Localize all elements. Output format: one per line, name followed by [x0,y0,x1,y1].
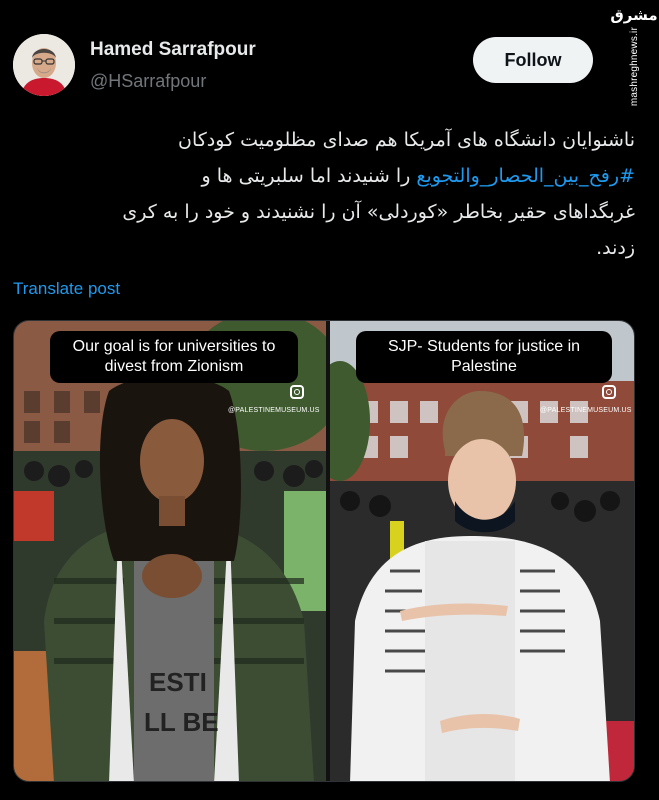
video-panel-right: SJP- Students for justice in Palestine @… [330,321,634,781]
video-panel-left: ESTI LL BE Our goal is for universities … [14,321,326,781]
hashtag-link[interactable]: #رفح_بین_الحصار_والتجویع [416,165,635,187]
watermark-logo: مشرق [610,6,658,24]
tweet-line: #رفح_بین_الحصار_والتجویع را شنیدند اما س… [13,158,636,194]
shirt-text: LL BE [144,707,219,737]
tweet-line: زدند. [596,237,635,259]
follow-button[interactable]: Follow [473,37,593,83]
instagram-icon [290,385,304,399]
avatar[interactable] [13,34,75,96]
right-scene-image [330,321,634,781]
left-scene-image: ESTI LL BE [14,321,326,781]
media-video[interactable]: ESTI LL BE Our goal is for universities … [13,320,635,782]
instagram-handle: @PALESTINEMUSEUM.US [540,407,632,414]
shirt-text: ESTI [149,667,207,697]
tweet-line-rest: را شنیدند اما سلبریتی ها و [201,165,417,187]
instagram-handle: @PALESTINEMUSEUM.US [228,407,320,414]
tweet-line: غربگداهای حقیر بخاطر «کوردلی» آن را نشنی… [122,201,635,223]
post-header: Hamed Sarrafpour @HSarrafpour Follow [13,34,603,104]
left-caption: Our goal is for universities to divest f… [50,331,298,383]
tweet-line: ناشنوایان دانشگاه های آمریکا هم صدای مظل… [177,129,635,151]
watermark-url: mashreghnews.ir [628,27,640,107]
instagram-icon [602,385,616,399]
tweet-text: ناشنوایان دانشگاه های آمریکا هم صدای مظل… [13,122,635,266]
author-handle[interactable]: @HSarrafpour [90,71,206,92]
watermark: مشرق mashreghnews.ir [610,8,657,118]
author-name[interactable]: Hamed Sarrafpour [90,39,256,61]
right-caption: SJP- Students for justice in Palestine [356,331,612,383]
translate-post-link[interactable]: Translate post [13,279,120,299]
